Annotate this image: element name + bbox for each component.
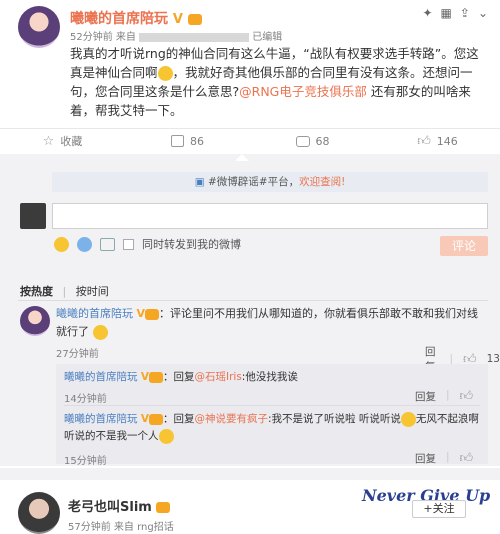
composer-tools: 同时转发到我的微博 — [54, 236, 241, 252]
emoji-picker-icon[interactable] — [54, 236, 69, 252]
notice-bar: ▣ #微博辟谣#平台，欢迎查阅! — [52, 172, 488, 192]
comment-avatar[interactable] — [20, 306, 50, 336]
feed-gap — [0, 468, 500, 480]
mention-link[interactable]: @RNG电子竞技俱乐部 — [239, 84, 367, 99]
divider — [64, 405, 480, 406]
reply-item: 曦曦的首席陪玩 V ：回复@神说要有疯子:我不是说了听说啦 听说听说 无风不起浪啊 … — [64, 411, 482, 445]
vip-icon — [148, 413, 163, 425]
reply-actions: 回复 | 👍︎ — [415, 389, 474, 404]
share-icon[interactable]: ⇪ — [460, 6, 470, 20]
comment-input[interactable] — [52, 203, 488, 229]
top-icons: ✦ ▦ ⇪ ⌄ — [422, 6, 488, 20]
post-from: 来自 — [115, 32, 136, 43]
notice-text: #微博辟谣#平台， — [207, 176, 300, 188]
verified-icon: V — [172, 12, 183, 27]
reply-mention[interactable]: @石瑶Iris — [194, 371, 241, 383]
repost-button[interactable]: 86 — [125, 135, 250, 148]
reply-word: ：回复 — [162, 413, 195, 425]
emoji-icon — [158, 428, 174, 444]
notice-icon: ▣ — [194, 176, 205, 188]
thumb-up-icon[interactable]: 👍︎ — [460, 389, 474, 404]
reply-time: 15分钟前 — [64, 456, 107, 467]
post-time[interactable]: 52分钟前 — [70, 32, 113, 43]
topic-icon[interactable] — [77, 236, 92, 252]
also-repost-label: 同时转发到我的微博 — [142, 238, 241, 251]
comment-button[interactable]: 68 — [250, 135, 375, 148]
author-avatar[interactable] — [18, 6, 60, 48]
vip-icon — [187, 13, 202, 25]
like-count: 146 — [436, 134, 458, 148]
post-author-name[interactable]: 曦曦的首席陪玩 — [70, 11, 168, 27]
vip-icon — [145, 308, 160, 320]
repost-icon — [171, 135, 184, 147]
verified-icon: V — [136, 307, 146, 320]
tab-by-hot[interactable]: 按热度 — [20, 285, 53, 298]
reply-button[interactable]: 回复 — [415, 389, 436, 404]
divider — [18, 300, 488, 301]
verified-icon: V — [140, 371, 149, 383]
verified-icon: V — [140, 413, 149, 425]
favorite-label: 收藏 — [60, 135, 83, 148]
comment-author[interactable]: 曦曦的首席陪玩 — [56, 307, 133, 320]
next-post-author-row: 老弓也叫Slim — [68, 496, 171, 515]
reply-button[interactable]: 回复 — [415, 451, 436, 466]
action-bar: ☆ 收藏 86 68 👍︎ 146 — [0, 129, 500, 153]
thumb-up-icon[interactable]: 👍︎ — [460, 451, 474, 466]
tab-by-time[interactable]: 按时间 — [76, 285, 109, 298]
reply-time: 14分钟前 — [64, 394, 107, 405]
emoji-icon — [92, 324, 108, 340]
comment-like-count: 13 — [486, 353, 500, 365]
reply-author[interactable]: 曦曦的首席陪玩 — [64, 371, 138, 383]
comment-time: 27分钟前 — [56, 349, 99, 360]
post-source-redacted — [139, 32, 250, 42]
thumb-up-icon: 👍︎ — [417, 133, 431, 149]
reply-text: :我不是说了听说啦 听说听说 — [267, 413, 401, 425]
submit-comment-button[interactable]: 评论 — [440, 236, 488, 256]
grid-icon[interactable]: ▦ — [441, 6, 452, 20]
star-icon[interactable]: ✦ — [422, 6, 432, 20]
caret-indicator — [235, 154, 249, 161]
comment-count: 68 — [315, 134, 330, 148]
next-post-meta: 57分钟前 来自 rng招话 — [68, 522, 174, 533]
also-repost-checkbox[interactable] — [123, 238, 134, 250]
reply-actions: 回复 | 👍︎ — [415, 451, 474, 466]
post-author-row: 曦曦的首席陪玩 V — [70, 8, 202, 28]
emoji-icon — [157, 66, 173, 81]
chevron-down-icon[interactable]: ⌄ — [478, 6, 488, 20]
reply-word: ：回复 — [162, 371, 195, 383]
vip-icon — [156, 502, 171, 513]
reply-item: 曦曦的首席陪玩 V ：回复@石瑶Iris:他没找我诶 — [64, 369, 298, 385]
like-button[interactable]: 👍︎ 146 — [375, 134, 500, 149]
repost-count: 86 — [190, 134, 204, 148]
reply-text: :他没找我诶 — [241, 371, 298, 383]
emoji-icon — [400, 411, 416, 427]
follow-button[interactable]: +关注 — [412, 500, 466, 518]
comment-body: 曦曦的首席陪玩 V ：评论里问不用我们从哪知道的，你就看俱乐部敢不敢和我们对线就行… — [56, 305, 486, 341]
post-edited[interactable]: 已编辑 — [252, 32, 282, 43]
next-post-avatar[interactable] — [18, 492, 60, 534]
vip-icon — [148, 371, 163, 383]
next-post-author[interactable]: 老弓也叫Slim — [68, 500, 152, 515]
sort-tabs: 按热度 | 按时间 — [20, 285, 109, 298]
post-body: 我真的才听说rng的神仙合同有这么牛逼，“战队有权要求选手转路”。您这真是神仙合… — [70, 44, 488, 120]
notice-link[interactable]: 欢迎查阅! — [299, 176, 345, 188]
reply-author[interactable]: 曦曦的首席陪玩 — [64, 413, 138, 425]
star-outline-icon: ☆ — [42, 133, 55, 149]
image-icon[interactable] — [100, 237, 115, 251]
my-avatar[interactable] — [20, 203, 46, 229]
favorite-button[interactable]: ☆ 收藏 — [0, 133, 125, 149]
reply-mention[interactable]: @神说要有疯子 — [194, 413, 268, 425]
post-meta: 52分钟前 来自 已编辑 — [70, 28, 282, 43]
comment-icon — [295, 135, 310, 147]
